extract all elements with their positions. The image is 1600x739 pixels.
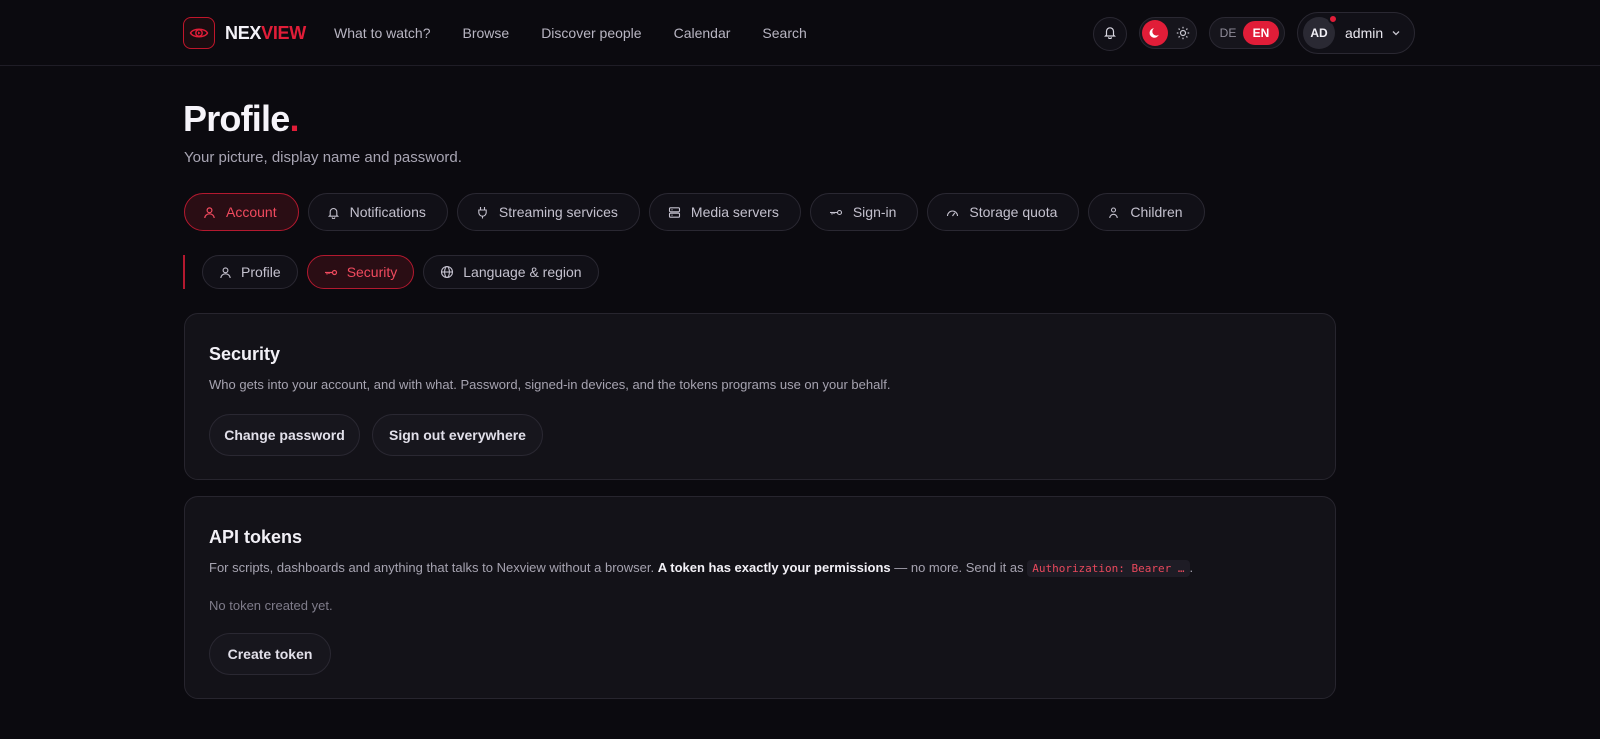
avatar: AD [1303, 14, 1338, 49]
key-icon [829, 206, 843, 219]
subtab-language-region-label: Language & region [463, 264, 582, 280]
tab-streaming-services-label: Streaming services [498, 204, 618, 220]
nav-what-to-watch[interactable]: What to watch? [334, 25, 431, 41]
sign-out-everywhere-button[interactable]: Sign out everywhere [372, 414, 543, 456]
user-icon [203, 206, 216, 219]
security-card: Security Who gets into your account, and… [184, 313, 1336, 480]
avatar-initials: AD [1310, 26, 1328, 40]
create-token-button[interactable]: Create token [209, 633, 331, 675]
sun-icon[interactable] [1171, 20, 1195, 46]
key-icon [324, 266, 338, 279]
chevron-down-icon [1391, 28, 1401, 38]
tab-sign-in-label: Sign-in [852, 204, 897, 220]
tab-notifications[interactable]: Notifications [307, 193, 448, 231]
lang-de-button[interactable]: DE [1213, 26, 1243, 40]
change-password-button[interactable]: Change password [209, 414, 360, 456]
subtab-language-region[interactable]: Language & region [423, 255, 599, 289]
user-name: admin [1345, 25, 1384, 41]
language-switch: DE EN [1209, 17, 1285, 49]
tab-storage-quota-label: Storage quota [969, 204, 1058, 220]
authorization-code: Authorization: Bearer … [1027, 560, 1190, 577]
subtab-security-label: Security [346, 264, 398, 280]
brand-logo-link[interactable]: NEXVIEW [183, 17, 306, 49]
tab-sign-in[interactable]: Sign-in [809, 193, 919, 231]
subtabs-indicator [183, 255, 185, 289]
tab-notifications-label: Notifications [349, 204, 426, 220]
tab-children[interactable]: Children [1088, 193, 1205, 231]
tab-media-servers-label: Media servers [690, 204, 779, 220]
nav-browse[interactable]: Browse [463, 25, 510, 41]
main-nav: What to watch? Browse Discover people Ca… [334, 0, 839, 66]
settings-tabs: Account Notifications Streaming services… [184, 193, 1214, 231]
tab-account-label: Account [226, 204, 277, 220]
bell-icon [327, 206, 340, 219]
bell-icon [1103, 25, 1117, 44]
notifications-button[interactable] [1093, 17, 1127, 51]
subtab-profile[interactable]: Profile [202, 255, 298, 289]
page-title: Profile. [183, 98, 299, 139]
no-tokens-message: No token created yet. [209, 598, 333, 613]
server-icon [668, 206, 681, 219]
subtab-profile-label: Profile [241, 264, 281, 280]
tab-storage-quota[interactable]: Storage quota [927, 193, 1080, 231]
tokens-description: For scripts, dashboards and anything tha… [209, 560, 1194, 577]
page-subtitle: Your picture, display name and password. [184, 149, 462, 166]
eye-logo-icon [183, 17, 215, 49]
api-tokens-card: API tokens For scripts, dashboards and a… [184, 496, 1336, 699]
top-bar: NEXVIEW What to watch? Browse Discover p… [0, 0, 1600, 66]
plug-icon [476, 206, 489, 219]
account-subtabs: Profile Security Language & region [202, 255, 608, 289]
security-title: Security [209, 344, 281, 364]
user-menu-button[interactable]: AD admin [1297, 12, 1415, 54]
globe-icon [440, 265, 454, 279]
tab-account[interactable]: Account [184, 193, 299, 231]
nav-calendar[interactable]: Calendar [674, 25, 731, 41]
security-description: Who gets into your account, and with wha… [209, 377, 891, 392]
child-icon [1107, 206, 1120, 219]
lang-en-button[interactable]: EN [1243, 21, 1279, 45]
nav-discover-people[interactable]: Discover people [541, 25, 641, 41]
tab-children-label: Children [1130, 204, 1183, 220]
subtab-security[interactable]: Security [306, 255, 415, 289]
nav-search[interactable]: Search [762, 25, 806, 41]
user-icon [219, 266, 232, 279]
notification-dot [1328, 14, 1338, 24]
tokens-title: API tokens [209, 527, 303, 547]
tab-media-servers[interactable]: Media servers [648, 193, 801, 231]
theme-toggle[interactable] [1139, 17, 1197, 49]
brand-name: NEXVIEW [225, 22, 306, 43]
gauge-icon [946, 206, 959, 219]
tab-streaming-services[interactable]: Streaming services [456, 193, 640, 231]
moon-icon[interactable] [1142, 20, 1168, 46]
